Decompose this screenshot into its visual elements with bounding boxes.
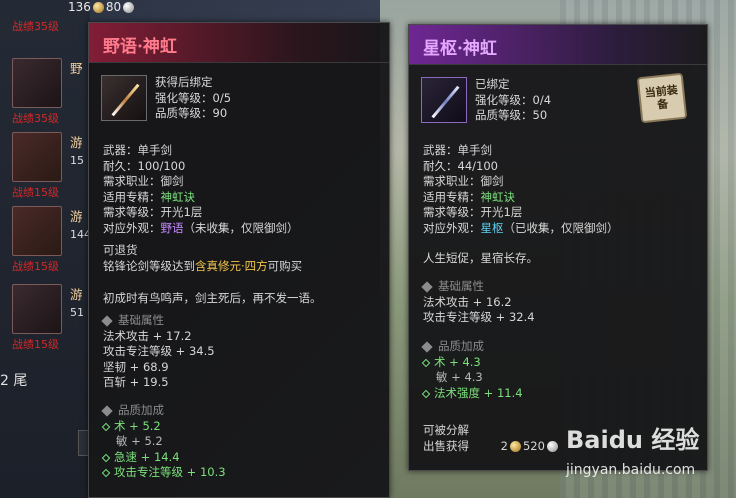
item-meta: 已绑定 强化等级：0/4 品质等级：50	[475, 77, 551, 124]
bind-status: 已绑定	[475, 77, 510, 91]
inventory-item-tag: 战绩15级	[12, 260, 59, 273]
weapon-type: 武器：单手剑	[103, 143, 172, 157]
watermark-logo: Baidu 经验	[566, 426, 700, 454]
sword-icon	[431, 85, 460, 119]
base-attributes-header: 基础属性	[421, 279, 535, 295]
item-icon	[421, 77, 467, 123]
tassel-icon	[12, 206, 62, 256]
equipped-seal: 当前装备	[636, 72, 688, 124]
quality-attr: 术 + 4.3	[421, 355, 523, 371]
weapon-type: 武器：单手剑	[423, 143, 492, 157]
inventory-item-tag: 战绩15级	[12, 186, 59, 199]
quality-attributes-header: 品质加成	[421, 339, 523, 355]
inventory-item-name: 游	[70, 135, 83, 150]
inventory-item[interactable]: 游 51 战绩15级	[8, 278, 94, 351]
inventory-bottom-text: 2 尾	[0, 373, 28, 389]
tooltip-header: 星枢·神虹	[409, 25, 707, 65]
diamond-icon	[101, 468, 111, 478]
item-icon	[101, 75, 147, 121]
quality-attributes-header: 品质加成	[101, 403, 226, 419]
inventory-item-name: 游	[70, 287, 83, 302]
base-attributes: 基础属性 法术攻击 + 16.2 攻击专注等级 + 32.4	[421, 279, 535, 324]
gold-coin-icon	[509, 440, 521, 452]
flavor-text: 初成时有鸟鸣声，剑主死后，再不发一语。	[103, 291, 322, 305]
diamond-icon	[421, 341, 433, 353]
base-attributes-header: 基础属性	[101, 313, 215, 329]
quality-level: 品质等级：50	[475, 108, 548, 122]
sword-icon	[111, 83, 140, 117]
diamond-icon	[421, 358, 431, 367]
gold-coin-icon	[92, 2, 104, 13]
quality-attr: 敏 + 5.2	[116, 434, 163, 448]
inventory-item-tag: 战绩15级	[12, 338, 59, 351]
skill-req: 适用专精：神虹诀	[423, 189, 515, 204]
item-meta: 获得后绑定 强化等级：0/5 品质等级：90	[155, 75, 231, 122]
diamond-icon	[421, 389, 431, 398]
decompose-status: 可被分解	[423, 423, 469, 437]
diamond-icon	[101, 315, 113, 327]
base-attributes: 基础属性 法术攻击 + 17.2 攻击专注等级 + 34.5 坚韧 + 68.9…	[101, 313, 215, 389]
quality-attr: 敏 + 4.3	[436, 370, 483, 384]
sword-icon	[12, 58, 62, 108]
inventory-item[interactable]: 游 15 战绩15级	[8, 126, 94, 199]
quality-level: 品质等级：90	[155, 106, 228, 120]
profession-req: 需求职业：御剑	[423, 174, 504, 188]
appearance: 对应外观：野语（未收集，仅限御剑）	[103, 220, 299, 235]
book-icon	[12, 284, 62, 334]
inventory-top-price: 136 80	[68, 0, 136, 14]
quality-attr: 攻击专注等级 + 10.3	[101, 465, 226, 481]
quality-attributes: 品质加成 术 + 4.3 敏 + 4.3 法术强度 + 11.4	[421, 339, 523, 402]
inventory-item-count: 15	[70, 154, 84, 167]
profession-req: 需求职业：御剑	[103, 174, 184, 188]
quality-attr: 术 + 5.2	[101, 419, 226, 435]
quality-attributes: 品质加成 术 + 5.2 敏 + 5.2 急速 + 14.4 攻击专注等级 + …	[101, 403, 226, 481]
diamond-icon	[101, 422, 111, 431]
diamond-icon	[421, 281, 433, 293]
bind-status: 获得后绑定	[155, 75, 213, 89]
inventory-item[interactable]: 游 144 战绩15级	[8, 200, 94, 273]
purchase-info: 可退货 铭锋论剑等级达到含真修元·四方可购买	[103, 243, 302, 274]
inventory-item-tag: 战绩35级	[12, 112, 59, 125]
item-requirements: 武器：单手剑 耐久：44/100 需求职业：御剑 适用专精：神虹诀 需求等级：开…	[423, 143, 619, 236]
level-req: 需求等级：开光1层	[423, 205, 523, 219]
item-title: 野语·神虹	[103, 37, 177, 57]
purchase-requirement: 铭锋论剑等级达到含真修元·四方可购买	[103, 258, 303, 273]
tassel-icon	[12, 132, 62, 182]
item-tooltip-right: 星枢·神虹 已绑定 强化等级：0/4 品质等级：50 当前装备 武器：单手剑 耐…	[408, 24, 708, 471]
item-requirements: 武器：单手剑 耐久：100/100 需求职业：御剑 适用专精：神虹诀 需求等级：…	[103, 143, 299, 236]
enhance-level: 强化等级：0/4	[475, 92, 552, 107]
sell-info: 可被分解 出售获得 2 520	[423, 423, 560, 454]
enhance-level: 强化等级：0/5	[155, 90, 232, 105]
appearance: 对应外观：星枢（已收集，仅限御剑）	[423, 220, 619, 235]
inventory-item-count: 51	[70, 306, 84, 319]
skill-req: 适用专精：神虹诀	[103, 189, 195, 204]
item-tooltip-left: 野语·神虹 获得后绑定 强化等级：0/5 品质等级：90 武器：单手剑 耐久：1…	[88, 22, 390, 498]
watermark-url: jingyan.baidu.com	[566, 462, 696, 478]
durability: 耐久：44/100	[423, 158, 498, 173]
diamond-icon	[101, 453, 111, 462]
level-req: 需求等级：开光1层	[103, 205, 203, 219]
item-title: 星枢·神虹	[423, 39, 497, 59]
flavor-text: 人生短促，星宿长存。	[423, 251, 538, 265]
quality-attr: 急速 + 14.4	[101, 450, 226, 466]
tooltip-header: 野语·神虹	[89, 23, 389, 63]
quality-attr: 法术强度 + 11.4	[421, 386, 523, 402]
silver-coin-icon	[123, 2, 135, 13]
inventory-top-tag: 战绩35级	[12, 20, 59, 33]
inventory-item-name: 游	[70, 209, 83, 224]
inventory-item[interactable]: 野 战绩35级	[8, 52, 94, 125]
durability: 耐久：100/100	[103, 158, 186, 173]
inventory-item-name: 野	[70, 61, 83, 76]
silver-coin-icon	[546, 440, 558, 452]
refund-status: 可退货	[103, 243, 138, 257]
diamond-icon	[101, 405, 113, 417]
sell-price: 出售获得 2 520	[423, 439, 560, 455]
